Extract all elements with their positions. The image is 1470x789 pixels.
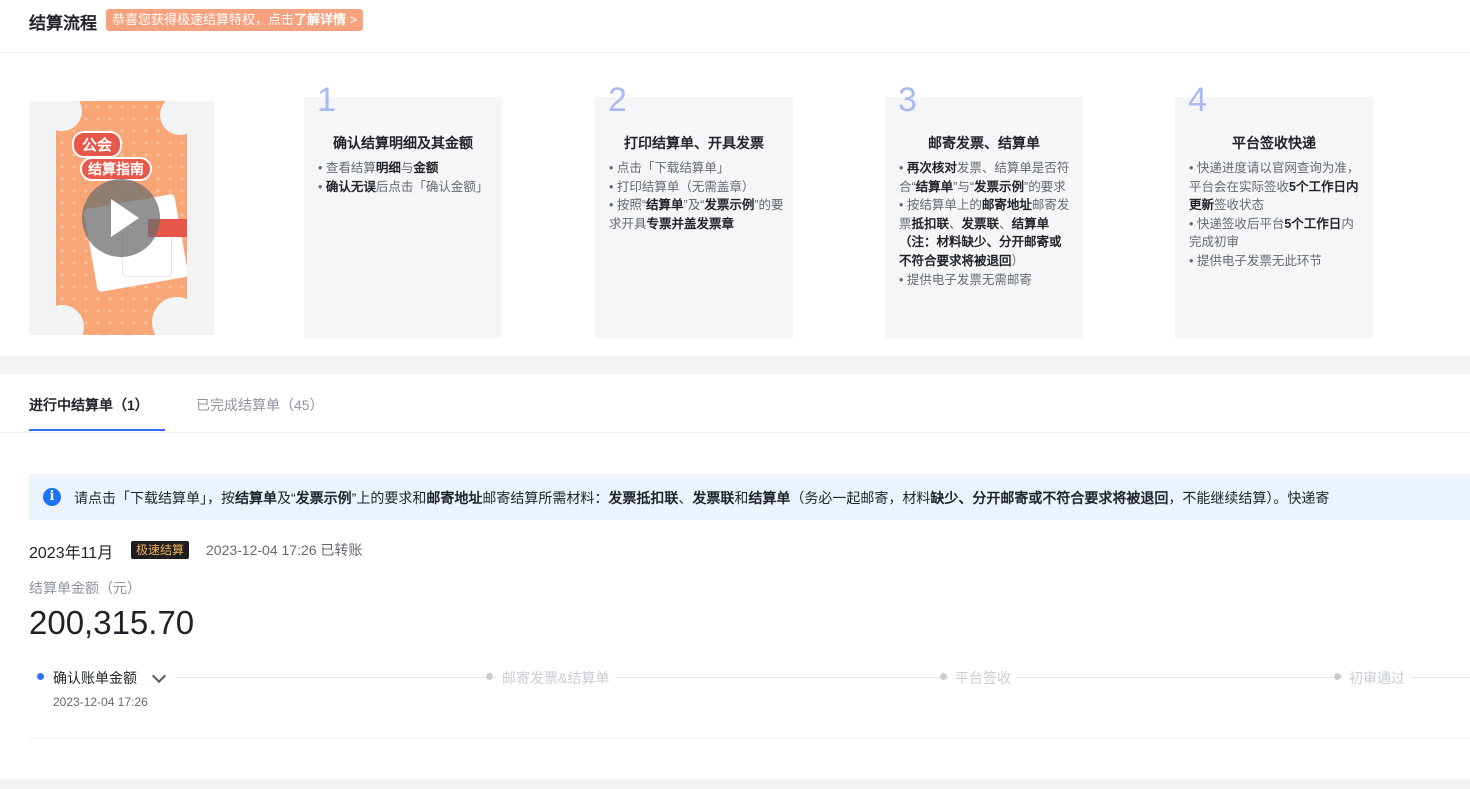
progress-dot-1 bbox=[37, 673, 44, 680]
play-icon[interactable] bbox=[82, 179, 160, 257]
step-card-4: 4 平台签收快递 • 快递进度请以官网查询为准，平台会在实际签收5个工作日内更新… bbox=[1175, 81, 1373, 338]
progress-dot-4 bbox=[1334, 673, 1341, 680]
statement-month: 2023年11月 bbox=[29, 545, 114, 562]
tab-completed[interactable]: 已完成结算单（45） bbox=[196, 395, 324, 415]
step-description: • 点击「下载结算单」 • 打印结算单（无需盖章） • 按照“结算单”及“发票示… bbox=[609, 161, 784, 231]
statement-amount: 200,315.70 bbox=[29, 604, 195, 641]
process-header: 结算流程 恭喜您获得极速结算特权，点击了解详情 > bbox=[0, 0, 1470, 53]
progress-dot-2 bbox=[486, 673, 493, 680]
notice-text: 请点击「下载结算单」，按结算单及“发票示例”上的要求和邮寄地址邮寄结算所需材料：… bbox=[74, 490, 1330, 506]
step-number: 2 bbox=[608, 81, 627, 119]
page-title: 结算流程 bbox=[29, 14, 97, 33]
poster-tag-guide: 结算指南 bbox=[80, 157, 152, 181]
step-number: 1 bbox=[317, 81, 336, 119]
tab-in-progress[interactable]: 进行中结算单（1） bbox=[29, 395, 149, 415]
progress-step-mail-invoice: 邮寄发票&结算单 bbox=[496, 668, 616, 688]
step-description: • 再次核对发票、结算单是否符合“结算单”与“发票示例”的要求 • 按结算单上的… bbox=[899, 161, 1070, 287]
step-card-1: 1 确认结算明细及其金额 • 查看结算明细与金额 • 确认无误后点击「确认金额」 bbox=[304, 81, 502, 338]
progress-dot-3 bbox=[940, 673, 947, 680]
step-number: 3 bbox=[898, 81, 917, 119]
step-card-2: 2 打印结算单、开具发票 • 点击「下载结算单」 • 打印结算单（无需盖章） •… bbox=[595, 81, 793, 338]
step-title: 邮寄发票、结算单 bbox=[928, 135, 1040, 151]
mailing-instructions-notice: i 请点击「下载结算单」，按结算单及“发票示例”上的要求和邮寄地址邮寄结算所需材… bbox=[29, 474, 1470, 520]
chevron-right-icon: > bbox=[349, 12, 358, 27]
progress-step-confirm-amount[interactable]: 确认账单金额 bbox=[53, 668, 137, 688]
poster-tag-guild: 公会 bbox=[72, 131, 123, 158]
amount-label: 结算单金额（元） bbox=[29, 580, 141, 596]
promo-detail-link[interactable]: 了解详情 bbox=[294, 12, 346, 27]
step-title: 平台签收快递 bbox=[1232, 135, 1316, 151]
fast-settlement-badge: 极速结算 bbox=[131, 541, 190, 559]
step-description: • 查看结算明细与金额 • 确认无误后点击「确认金额」 bbox=[318, 161, 489, 194]
chevron-down-icon[interactable] bbox=[151, 668, 167, 684]
progress-track bbox=[176, 677, 1470, 678]
active-tab-indicator bbox=[29, 429, 165, 431]
step-card-3: 3 邮寄发票、结算单 • 再次核对发票、结算单是否符合“结算单”与“发票示例”的… bbox=[885, 81, 1083, 338]
promo-text: 恭喜您获得极速结算特权，点击 bbox=[112, 12, 295, 27]
step-number: 4 bbox=[1188, 81, 1207, 119]
step-description: • 快递进度请以官网查询为准，平台会在实际签收5个工作日内更新签收状态 • 快递… bbox=[1189, 161, 1360, 268]
settlement-tabs: 进行中结算单（1） 已完成结算单（45） bbox=[0, 374, 1470, 433]
step-title: 确认结算明细及其金额 bbox=[333, 135, 473, 151]
progress-step-initial-review: 初审通过 bbox=[1343, 668, 1411, 688]
transfer-status: 2023-12-04 17:26 已转账 bbox=[206, 542, 363, 558]
settlement-list-panel: 进行中结算单（1） 已完成结算单（45） i 请点击「下载结算单」，按结算单及“… bbox=[0, 374, 1470, 779]
step-title: 打印结算单、开具发票 bbox=[624, 135, 764, 151]
info-icon: i bbox=[43, 488, 61, 506]
fast-settlement-promo-banner[interactable]: 恭喜您获得极速结算特权，点击了解详情 > bbox=[106, 9, 364, 31]
settlement-guide-video[interactable]: 公会 结算指南 bbox=[29, 101, 214, 335]
settlement-process-panel: 结算流程 恭喜您获得极速结算特权，点击了解详情 > 公会 结算指南 1 确认结算… bbox=[0, 0, 1470, 356]
progress-step-time: 2023-12-04 17:26 bbox=[53, 695, 148, 709]
divider bbox=[29, 738, 1470, 739]
progress-step-platform-receipt: 平台签收 bbox=[949, 668, 1017, 688]
